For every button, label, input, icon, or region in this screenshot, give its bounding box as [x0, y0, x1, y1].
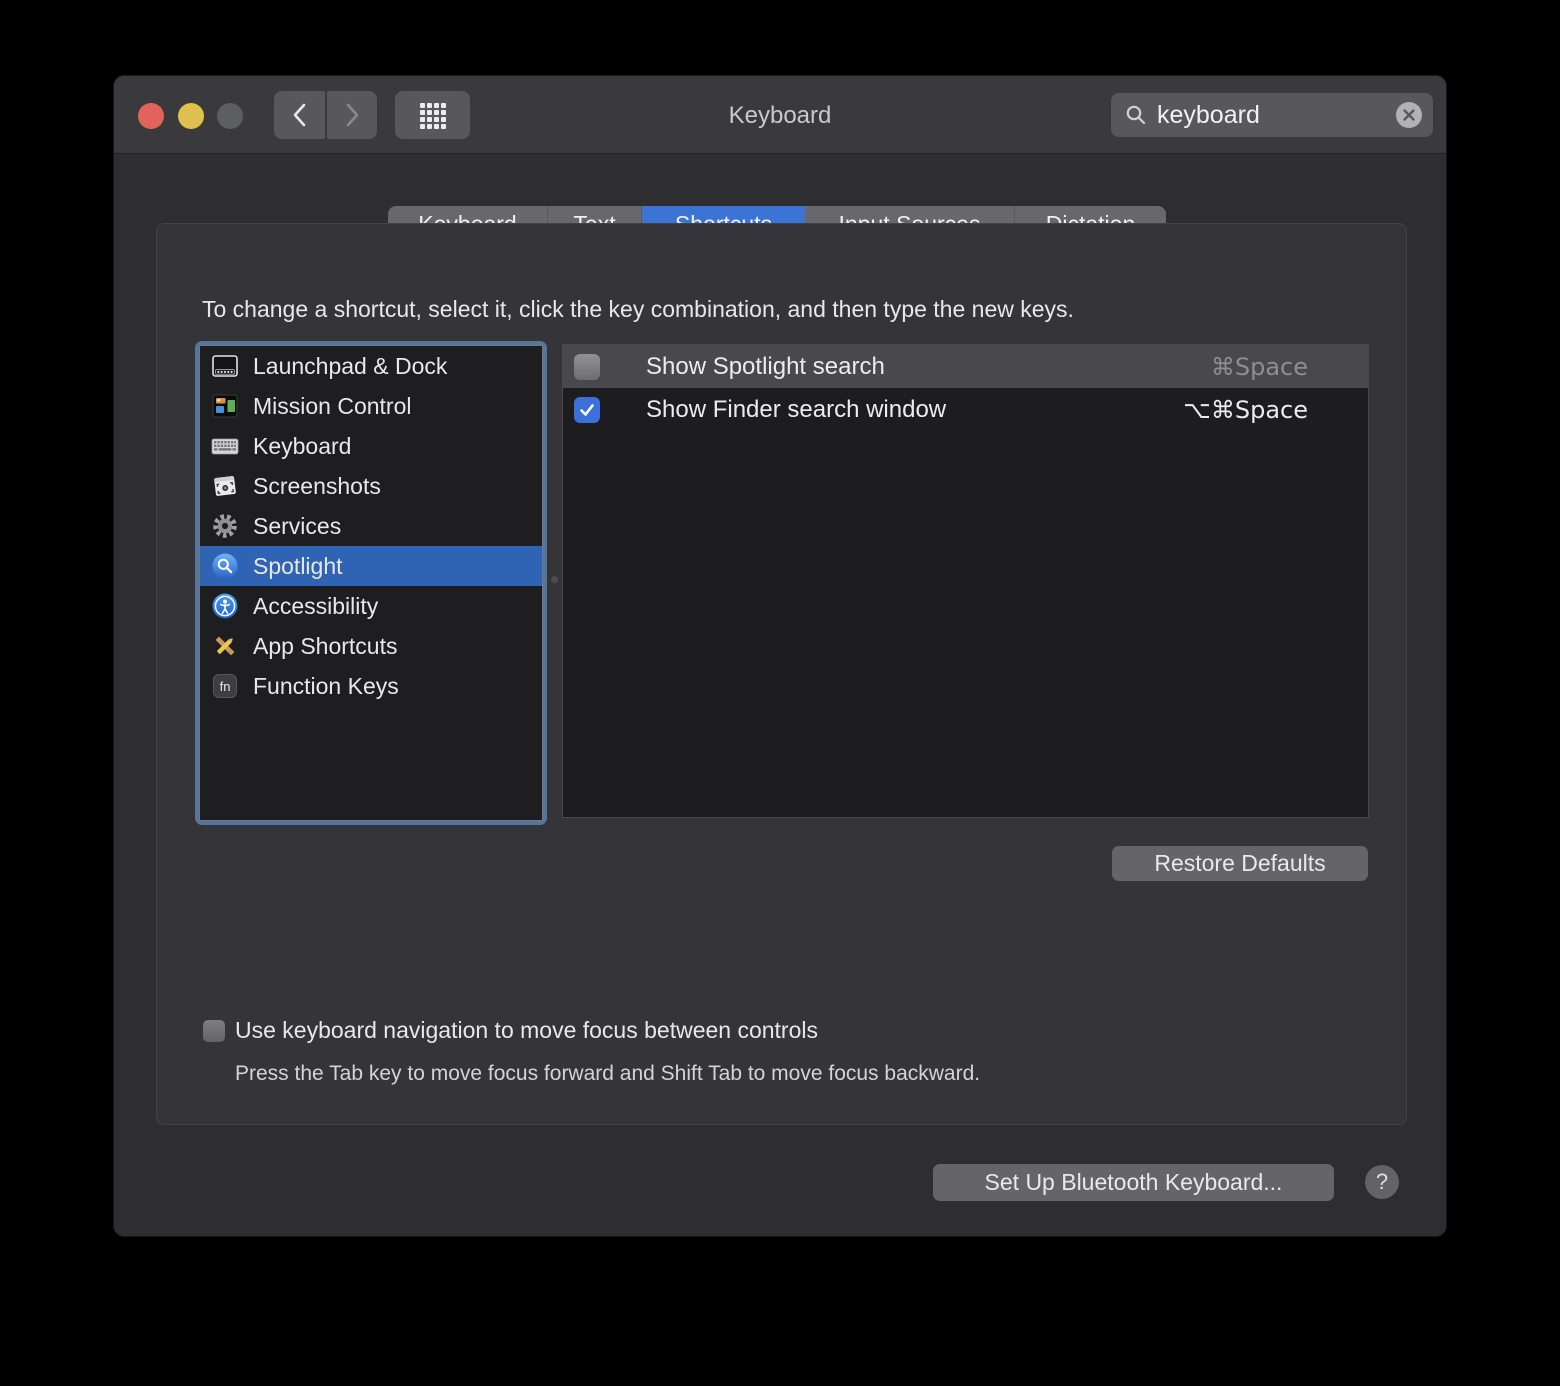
- sidebar-item-launchpad-dock[interactable]: Launchpad & Dock: [200, 346, 542, 386]
- sidebar-item-label: Screenshots: [253, 473, 381, 500]
- screenshots-icon: [210, 471, 240, 501]
- shortcut-categories-focus-ring: Launchpad & Dock Mission Control: [195, 341, 547, 825]
- keyboard-navigation-label: Use keyboard navigation to move focus be…: [235, 1017, 818, 1044]
- close-icon: [1402, 108, 1416, 122]
- restore-defaults-button[interactable]: Restore Defaults: [1112, 846, 1368, 881]
- column-resize-handle[interactable]: [551, 576, 558, 583]
- accessibility-icon: [210, 591, 240, 621]
- sidebar-item-label: App Shortcuts: [253, 633, 397, 660]
- shortcuts-table: Show Spotlight search ⌘Space Show Finder…: [562, 344, 1369, 818]
- svg-text:fn: fn: [220, 679, 231, 694]
- keyboard-navigation-checkbox[interactable]: [203, 1020, 225, 1042]
- sidebar-item-label: Services: [253, 513, 341, 540]
- sidebar-item-keyboard[interactable]: Keyboard: [200, 426, 542, 466]
- sidebar-item-services[interactable]: Services: [200, 506, 542, 546]
- shortcut-label: Show Spotlight search: [646, 353, 885, 381]
- search-icon: [1124, 103, 1148, 127]
- sidebar-item-accessibility[interactable]: Accessibility: [200, 586, 542, 626]
- checkbox-show-spotlight-search[interactable]: [574, 354, 600, 380]
- sidebar-item-label: Launchpad & Dock: [253, 353, 447, 380]
- sidebar-item-label: Keyboard: [253, 433, 351, 460]
- setup-bluetooth-keyboard-button[interactable]: Set Up Bluetooth Keyboard...: [933, 1164, 1334, 1201]
- instruction-text: To change a shortcut, select it, click t…: [202, 296, 1074, 323]
- sidebar-item-label: Function Keys: [253, 673, 399, 700]
- sidebar-item-screenshots[interactable]: Screenshots: [200, 466, 542, 506]
- shortcut-label: Show Finder search window: [646, 396, 946, 424]
- sidebar-item-spotlight[interactable]: Spotlight: [200, 546, 542, 586]
- titlebar: Keyboard: [114, 76, 1446, 154]
- services-icon: [210, 511, 240, 541]
- checkbox-show-finder-search-window[interactable]: [574, 397, 600, 423]
- app-shortcuts-icon: [210, 631, 240, 661]
- sidebar-item-mission-control[interactable]: Mission Control: [200, 386, 542, 426]
- shortcut-row-show-finder-search-window[interactable]: Show Finder search window ⌥⌘Space: [563, 388, 1368, 431]
- function-keys-icon: fn: [210, 671, 240, 701]
- clear-search-button[interactable]: [1396, 102, 1422, 128]
- shortcut-categories-list: Launchpad & Dock Mission Control: [199, 345, 543, 821]
- sidebar-item-label: Accessibility: [253, 593, 378, 620]
- sidebar-item-function-keys[interactable]: fn Function Keys: [200, 666, 542, 706]
- sidebar-item-app-shortcuts[interactable]: App Shortcuts: [200, 626, 542, 666]
- search-field[interactable]: [1111, 93, 1433, 137]
- keyboard-navigation-hint: Press the Tab key to move focus forward …: [235, 1062, 980, 1086]
- help-button[interactable]: ?: [1365, 1165, 1399, 1199]
- mission-control-icon: [210, 391, 240, 421]
- sidebar-item-label: Mission Control: [253, 393, 412, 420]
- launchpad-dock-icon: [210, 351, 240, 381]
- sidebar-item-label: Spotlight: [253, 553, 343, 580]
- shortcuts-pane: To change a shortcut, select it, click t…: [156, 223, 1407, 1125]
- spotlight-icon: [210, 551, 240, 581]
- checkmark-icon: [578, 401, 596, 419]
- search-input[interactable]: [1157, 101, 1396, 130]
- shortcut-row-show-spotlight-search[interactable]: Show Spotlight search ⌘Space: [563, 345, 1368, 388]
- shortcut-keys[interactable]: ⌥⌘Space: [1183, 396, 1308, 424]
- shortcut-keys[interactable]: ⌘Space: [1211, 353, 1308, 381]
- preferences-window: Keyboard Keyboard Text Shortcuts Input S…: [113, 75, 1447, 1237]
- keyboard-icon: [210, 431, 240, 461]
